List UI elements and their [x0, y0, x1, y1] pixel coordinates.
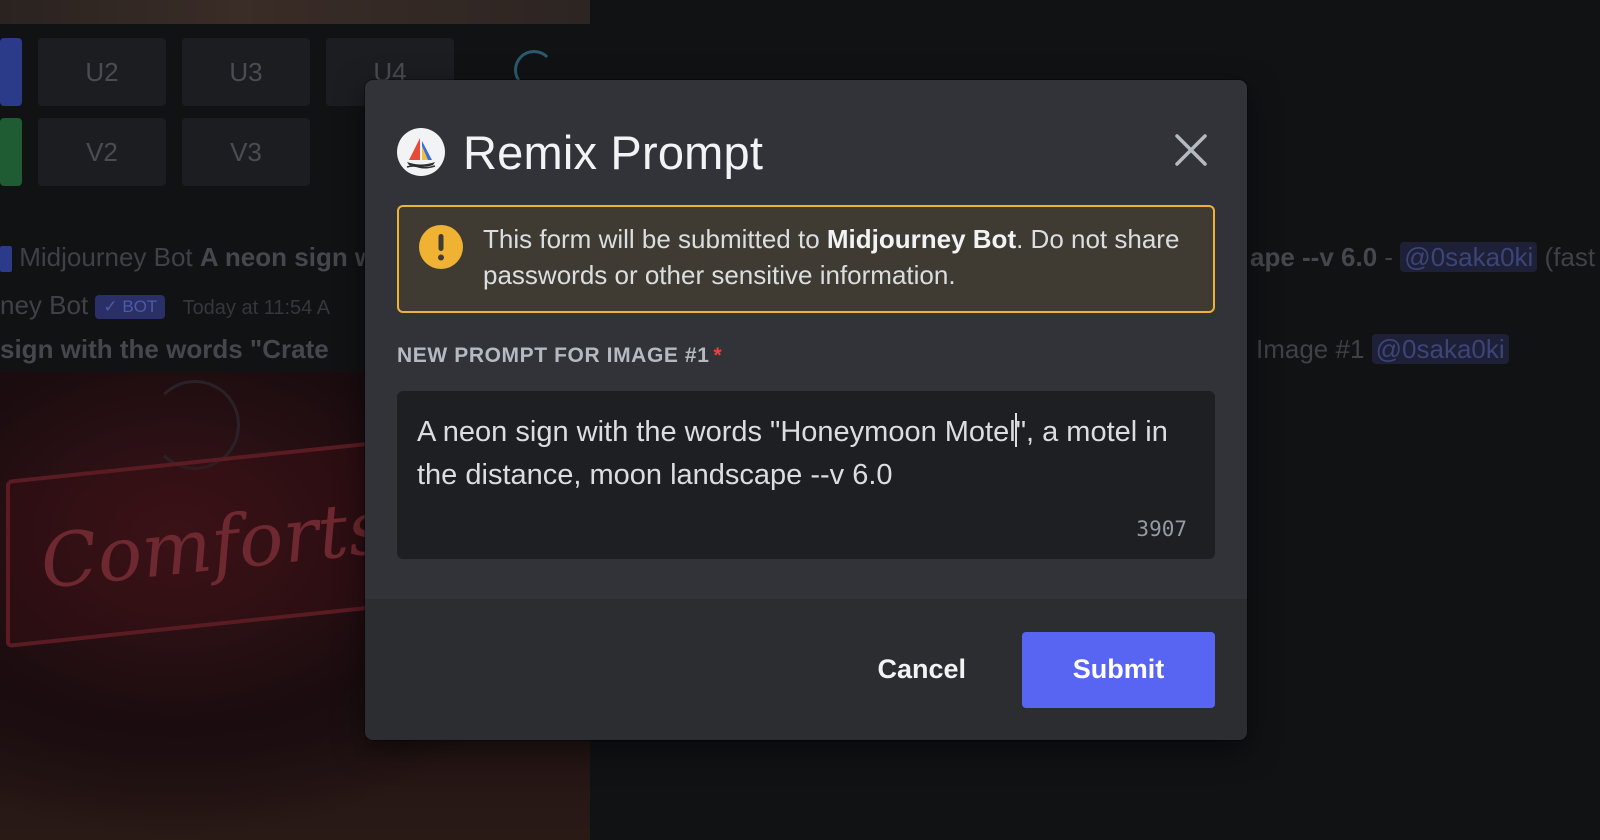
modal-footer: Cancel Submit	[365, 599, 1247, 740]
prompt-text-before-caret: A neon sign with the words "Honeymoon Mo…	[417, 416, 1016, 448]
message-timestamp: Today at 11:54 A	[182, 297, 331, 319]
warning-banner: This form will be submitted to Midjourne…	[397, 205, 1215, 313]
reply-prompt: A neon sign w	[199, 242, 376, 272]
author-name: ney Bot	[0, 290, 89, 320]
modal-header: Remix Prompt	[397, 116, 1215, 188]
message-header: ney Bot ✓ BOT Today at 11:54 A	[0, 290, 330, 321]
message-prompt: sign with the words "Crate	[0, 334, 329, 364]
warning-bot-name: Midjourney Bot	[826, 224, 1017, 254]
warning-text-before: This form will be submitted to	[483, 224, 827, 254]
reply-icon	[0, 246, 12, 273]
remix-prompt-modal: Remix Prompt This form will be submitted…	[365, 80, 1247, 740]
modal-title: Remix Prompt	[463, 125, 764, 179]
reply-prompt-tail: ape --v 6.0	[1250, 242, 1378, 272]
message-mention: @0saka0ki	[1371, 334, 1509, 364]
reply-reference-tail: ape --v 6.0 - @0saka0ki (fast	[1250, 242, 1596, 272]
message-image-label: Image #1	[1256, 334, 1365, 364]
previous-image-strip	[0, 0, 590, 24]
reply-suffix: (fast	[1544, 242, 1596, 272]
grid-button-v1	[0, 118, 22, 186]
message-content-tail: Image #1 @0saka0ki	[1256, 334, 1509, 365]
prompt-field-label-text: NEW PROMPT FOR IMAGE #1	[397, 344, 710, 367]
reply-author: Midjourney Bot	[19, 242, 193, 272]
prompt-textarea[interactable]: A neon sign with the words "Honeymoon Mo…	[397, 391, 1215, 559]
grid-button-u2: U2	[38, 38, 166, 106]
bot-badge: ✓ BOT	[95, 295, 166, 320]
prompt-text[interactable]: A neon sign with the words "Honeymoon Mo…	[417, 411, 1177, 497]
warning-text: This form will be submitted to Midjourne…	[483, 221, 1193, 293]
grid-button-u3: U3	[182, 38, 310, 106]
close-button[interactable]	[1167, 126, 1215, 174]
midjourney-sailboat-icon	[397, 128, 445, 176]
message-content: sign with the words "Crate	[0, 334, 329, 365]
prompt-field-label: NEW PROMPT FOR IMAGE #1 *	[397, 344, 722, 368]
required-marker: *	[713, 344, 723, 367]
submit-button[interactable]: Submit	[1022, 631, 1215, 708]
grid-button-u1	[0, 38, 22, 106]
exclamation-icon	[419, 225, 463, 269]
reply-mention: @0saka0ki	[1400, 242, 1538, 272]
character-count: 3907	[1136, 517, 1187, 541]
reply-reference-line: Midjourney Bot A neon sign w	[0, 242, 375, 273]
cancel-button[interactable]: Cancel	[855, 632, 988, 708]
close-icon	[1175, 134, 1207, 166]
grid-button-v3: V3	[182, 118, 310, 186]
grid-button-v2: V2	[38, 118, 166, 186]
